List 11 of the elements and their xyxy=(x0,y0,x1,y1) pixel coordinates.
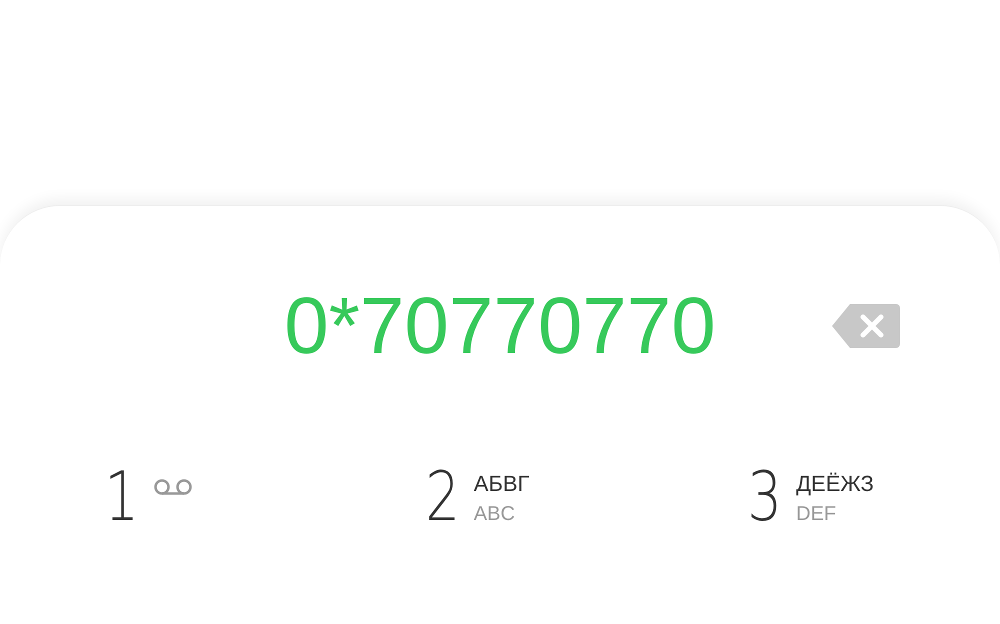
dial-key[interactable]: 1 xyxy=(0,464,334,532)
key-letters: ABC xyxy=(474,502,516,526)
key-letters: DEF xyxy=(796,502,838,526)
key-letters: АБВГ xyxy=(474,470,530,496)
key-letters: ДЕЁЖЗ xyxy=(796,470,874,496)
key-digit: 1 xyxy=(104,464,139,532)
key-digit: 3 xyxy=(747,464,782,532)
key-digit: 2 xyxy=(424,464,460,532)
backspace-icon[interactable] xyxy=(832,304,900,348)
voicemail-icon xyxy=(153,478,194,496)
dialed-number: 0*70770770 xyxy=(284,286,716,366)
